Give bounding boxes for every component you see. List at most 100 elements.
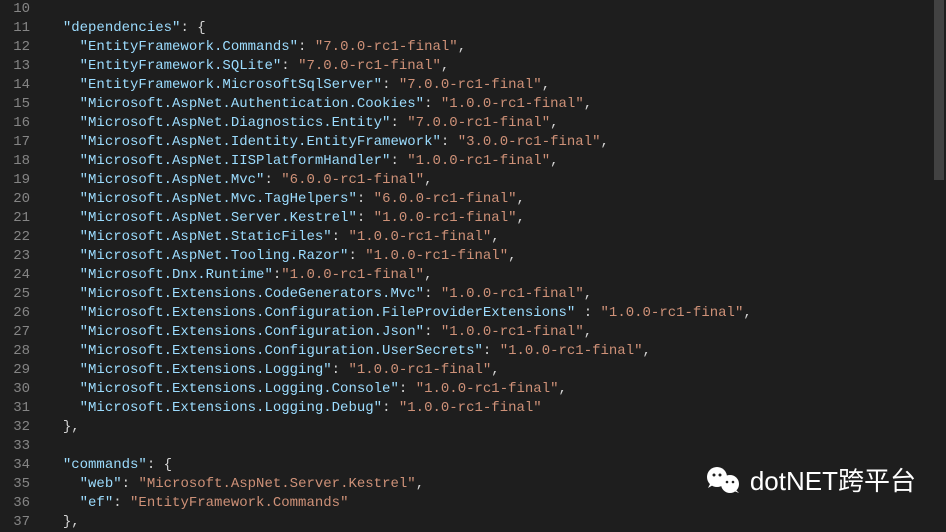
code-line[interactable]: "Microsoft.AspNet.StaticFiles": "1.0.0-r… [46, 228, 946, 247]
token-punctuation: }, [63, 514, 80, 529]
line-number: 36 [8, 494, 30, 513]
token-key: "Microsoft.AspNet.StaticFiles" [80, 229, 332, 245]
code-editor[interactable]: 1011121314151617181920212223242526272829… [0, 0, 946, 529]
token-punctuation: : [575, 305, 600, 321]
token-punctuation: , [441, 58, 449, 74]
token-string: "1.0.0-rc1-final" [365, 248, 508, 264]
code-line[interactable]: "Microsoft.AspNet.Tooling.Razor": "1.0.0… [46, 247, 946, 266]
token-string: "1.0.0-rc1-final" [348, 229, 491, 245]
token-string: "1.0.0-rc1-final" [601, 305, 744, 321]
line-number: 32 [8, 418, 30, 437]
code-line[interactable]: "dependencies": { [46, 19, 946, 38]
code-line[interactable]: "EntityFramework.SQLite": "7.0.0-rc1-fin… [46, 57, 946, 76]
token-string: "1.0.0-rc1-final" [399, 400, 542, 416]
token-key: "ef" [80, 495, 114, 511]
token-key: "Microsoft.Extensions.Configuration.Json… [80, 324, 424, 340]
code-line[interactable]: "Microsoft.Extensions.CodeGenerators.Mvc… [46, 285, 946, 304]
code-line[interactable]: "EntityFramework.MicrosoftSqlServer": "7… [46, 76, 946, 95]
code-line[interactable]: "Microsoft.Extensions.Configuration.File… [46, 304, 946, 323]
line-number: 20 [8, 190, 30, 209]
token-punctuation: : [390, 115, 407, 131]
line-number: 11 [8, 19, 30, 38]
token-punctuation: : [441, 134, 458, 150]
token-key: "Microsoft.Extensions.Logging" [80, 362, 332, 378]
token-key: "Microsoft.Extensions.Configuration.File… [80, 305, 576, 321]
token-key: "Microsoft.AspNet.Authentication.Cookies… [80, 96, 424, 112]
line-number: 28 [8, 342, 30, 361]
token-punctuation: : [357, 210, 374, 226]
token-key: "dependencies" [63, 20, 181, 36]
line-number: 25 [8, 285, 30, 304]
line-number: 37 [8, 513, 30, 532]
code-line[interactable]: "Microsoft.Extensions.Logging.Console": … [46, 380, 946, 399]
token-punctuation: , [559, 381, 567, 397]
code-line[interactable]: "Microsoft.AspNet.Authentication.Cookies… [46, 95, 946, 114]
token-key: "Microsoft.Extensions.CodeGenerators.Mvc… [80, 286, 424, 302]
code-line[interactable]: "Microsoft.Dnx.Runtime":"1.0.0-rc1-final… [46, 266, 946, 285]
code-line[interactable]: "Microsoft.AspNet.IISPlatformHandler": "… [46, 152, 946, 171]
code-line[interactable]: "EntityFramework.Commands": "7.0.0-rc1-f… [46, 38, 946, 57]
token-key: "Microsoft.AspNet.Tooling.Razor" [80, 248, 349, 264]
token-punctuation: : [382, 400, 399, 416]
token-string: "3.0.0-rc1-final" [458, 134, 601, 150]
token-punctuation: , [550, 153, 558, 169]
line-number: 30 [8, 380, 30, 399]
token-key: "EntityFramework.Commands" [80, 39, 298, 55]
line-number: 16 [8, 114, 30, 133]
code-line[interactable]: "Microsoft.AspNet.Diagnostics.Entity": "… [46, 114, 946, 133]
code-line[interactable]: "Microsoft.AspNet.Mvc.TagHelpers": "6.0.… [46, 190, 946, 209]
code-line[interactable]: "Microsoft.AspNet.Mvc": "6.0.0-rc1-final… [46, 171, 946, 190]
code-line[interactable]: }, [46, 418, 946, 437]
token-string: "6.0.0-rc1-final" [281, 172, 424, 188]
watermark-text: dotNET跨平台 [750, 472, 916, 491]
line-number: 33 [8, 437, 30, 456]
token-punctuation: , [584, 286, 592, 302]
line-number: 17 [8, 133, 30, 152]
token-string: "EntityFramework.Commands" [130, 495, 348, 511]
token-punctuation: , [550, 115, 558, 131]
code-line[interactable] [46, 437, 946, 456]
token-string: "1.0.0-rc1-final" [441, 324, 584, 340]
token-punctuation: , [584, 96, 592, 112]
code-line[interactable]: "Microsoft.Extensions.Logging": "1.0.0-r… [46, 361, 946, 380]
token-punctuation: : [264, 172, 281, 188]
token-key: "Microsoft.AspNet.Diagnostics.Entity" [80, 115, 391, 131]
token-punctuation: , [491, 362, 499, 378]
token-punctuation: , [601, 134, 609, 150]
token-string: "1.0.0-rc1-final" [281, 267, 424, 283]
token-string: "6.0.0-rc1-final" [374, 191, 517, 207]
token-key: "Microsoft.Extensions.Logging.Debug" [80, 400, 382, 416]
token-string: "1.0.0-rc1-final" [348, 362, 491, 378]
code-line[interactable]: "Microsoft.Extensions.Configuration.Json… [46, 323, 946, 342]
code-line[interactable]: "Microsoft.AspNet.Server.Kestrel": "1.0.… [46, 209, 946, 228]
token-string: "7.0.0-rc1-final" [407, 115, 550, 131]
token-punctuation: , [424, 267, 432, 283]
code-line[interactable]: "Microsoft.AspNet.Identity.EntityFramewo… [46, 133, 946, 152]
line-number: 23 [8, 247, 30, 266]
token-punctuation: : [332, 362, 349, 378]
token-punctuation: : [390, 153, 407, 169]
line-number: 35 [8, 475, 30, 494]
token-key: "Microsoft.Extensions.Configuration.User… [80, 343, 483, 359]
token-punctuation: , [542, 77, 550, 93]
token-string: "7.0.0-rc1-final" [315, 39, 458, 55]
scrollbar-thumb[interactable] [934, 0, 944, 180]
token-punctuation: , [517, 191, 525, 207]
code-line[interactable] [46, 0, 946, 19]
token-punctuation: , [508, 248, 516, 264]
line-gutter: 1011121314151617181920212223242526272829… [0, 0, 42, 529]
vertical-scrollbar[interactable] [932, 0, 946, 529]
code-content[interactable]: "dependencies": { "EntityFramework.Comma… [42, 0, 946, 529]
token-punctuation: , [584, 324, 592, 340]
token-punctuation: : [424, 286, 441, 302]
code-line[interactable]: }, [46, 513, 946, 529]
token-key: "EntityFramework.MicrosoftSqlServer" [80, 77, 382, 93]
line-number: 26 [8, 304, 30, 323]
code-line[interactable]: "Microsoft.Extensions.Configuration.User… [46, 342, 946, 361]
code-line[interactable]: "Microsoft.Extensions.Logging.Debug": "1… [46, 399, 946, 418]
line-number: 24 [8, 266, 30, 285]
token-key: "EntityFramework.SQLite" [80, 58, 282, 74]
line-number: 29 [8, 361, 30, 380]
token-punctuation: , [416, 476, 424, 492]
token-key: "Microsoft.AspNet.Server.Kestrel" [80, 210, 357, 226]
